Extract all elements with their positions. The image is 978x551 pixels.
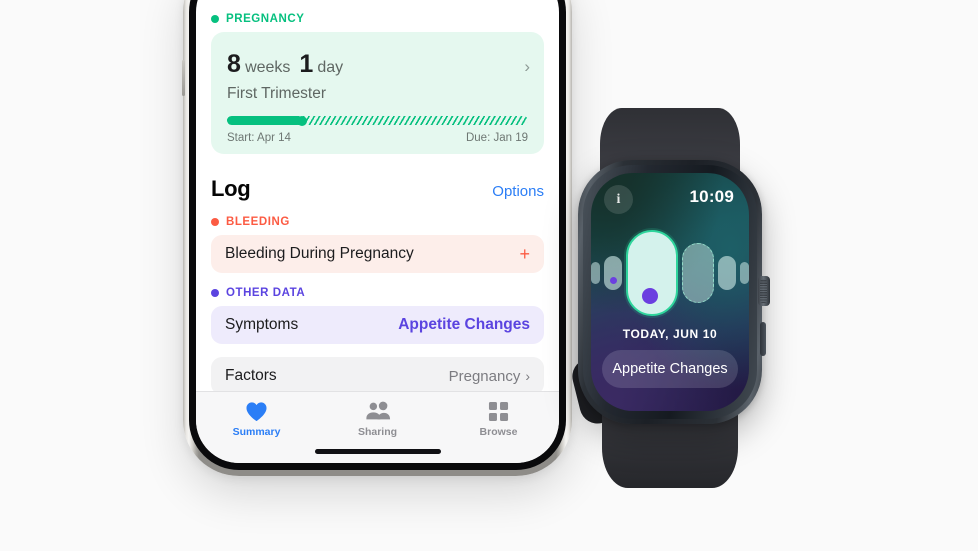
trimester-text: First Trimester bbox=[227, 85, 327, 102]
factors-row-title: Factors bbox=[225, 367, 277, 384]
cycle-pill[interactable] bbox=[718, 256, 736, 290]
pregnancy-progress-bar bbox=[227, 116, 528, 125]
watch-screen: i 10:09 TODAY, JUN 10 Appetite Changes bbox=[591, 173, 749, 411]
cycle-pill[interactable] bbox=[604, 256, 622, 290]
people-icon bbox=[365, 401, 391, 422]
symptoms-row-value: Appetite Changes bbox=[398, 316, 530, 333]
progress-fill bbox=[227, 116, 303, 125]
days-value: 1 bbox=[299, 50, 313, 78]
cycle-pill-today[interactable] bbox=[626, 230, 678, 316]
other-data-label-text: OTHER DATA bbox=[226, 287, 306, 299]
due-date-label: Due: Jan 19 bbox=[465, 132, 528, 144]
chevron-right-icon: › bbox=[524, 57, 530, 76]
tab-summary-label: Summary bbox=[232, 426, 281, 438]
plus-icon[interactable]: + bbox=[519, 245, 530, 263]
tab-summary[interactable]: Summary bbox=[196, 401, 317, 438]
row-factors[interactable]: Factors Pregnancy › bbox=[211, 357, 544, 395]
symptom-dot-icon bbox=[642, 288, 658, 304]
section-label-bleeding: BLEEDING bbox=[211, 216, 544, 228]
factors-row-value: Pregnancy bbox=[448, 367, 521, 385]
cycle-pill-predicted[interactable] bbox=[682, 243, 714, 303]
symptoms-row-title: Symptoms bbox=[225, 316, 299, 333]
cycle-pill[interactable] bbox=[591, 262, 600, 284]
watch-today-label: TODAY, JUN 10 bbox=[622, 327, 718, 341]
pregnancy-label-text: PREGNANCY bbox=[226, 13, 305, 25]
row-symptoms[interactable]: Symptoms Appetite Changes bbox=[211, 306, 544, 344]
info-button[interactable]: i bbox=[604, 185, 633, 214]
phone-screen: PREGNANCY › 8 weeks 1 day First Trimeste… bbox=[196, 0, 559, 463]
log-header: Log Options bbox=[211, 176, 544, 202]
other-data-dot-icon bbox=[211, 289, 219, 297]
cycle-pill[interactable] bbox=[740, 262, 749, 284]
tab-browse[interactable]: Browse bbox=[438, 401, 559, 438]
weeks-unit: weeks bbox=[245, 59, 291, 76]
info-icon: i bbox=[616, 191, 621, 207]
home-indicator[interactable] bbox=[314, 449, 441, 454]
health-app-content: PREGNANCY › 8 weeks 1 day First Trimeste… bbox=[196, 0, 559, 395]
pregnancy-card[interactable]: › 8 weeks 1 day First Trimester Start: A… bbox=[211, 32, 544, 154]
volume-button[interactable] bbox=[182, 60, 185, 96]
apple-watch-device: i 10:09 TODAY, JUN 10 Appetite Changes bbox=[556, 108, 784, 488]
side-button[interactable] bbox=[760, 322, 766, 356]
pregnancy-dot-icon bbox=[211, 15, 219, 23]
grid-icon bbox=[488, 401, 509, 422]
chevron-right-icon: › bbox=[525, 368, 530, 384]
section-label-other-data: OTHER DATA bbox=[211, 287, 544, 299]
scene-root: PREGNANCY › 8 weeks 1 day First Trimeste… bbox=[0, 0, 978, 551]
weeks-value: 8 bbox=[227, 50, 241, 78]
iphone-device: PREGNANCY › 8 weeks 1 day First Trimeste… bbox=[182, 0, 572, 476]
log-options-button[interactable]: Options bbox=[492, 183, 544, 200]
tab-browse-label: Browse bbox=[479, 426, 518, 438]
watch-case: i 10:09 TODAY, JUN 10 Appetite Changes bbox=[578, 160, 770, 424]
tab-sharing[interactable]: Sharing bbox=[317, 401, 438, 438]
bleeding-row-title: Bleeding During Pregnancy bbox=[225, 245, 414, 262]
pregnancy-date-range: Start: Apr 14 Due: Jan 19 bbox=[227, 132, 528, 144]
heart-icon bbox=[245, 401, 268, 422]
bleeding-label-text: BLEEDING bbox=[226, 216, 290, 228]
cycle-timeline bbox=[591, 225, 749, 321]
symptom-dot-icon bbox=[609, 277, 617, 284]
tab-sharing-label: Sharing bbox=[357, 426, 398, 438]
watch-symptom-button[interactable]: Appetite Changes bbox=[602, 350, 738, 388]
progress-knob bbox=[297, 115, 308, 126]
section-label-pregnancy: PREGNANCY bbox=[211, 13, 544, 25]
watch-symptom-button-label: Appetite Changes bbox=[612, 361, 728, 377]
pregnancy-duration: 8 weeks 1 day bbox=[227, 52, 528, 77]
bleeding-dot-icon bbox=[211, 218, 219, 226]
start-date-label: Start: Apr 14 bbox=[227, 132, 291, 144]
digital-crown[interactable] bbox=[758, 276, 770, 306]
days-unit: day bbox=[317, 59, 344, 76]
watch-time: 10:09 bbox=[689, 187, 734, 206]
factors-row-value-wrap: Pregnancy › bbox=[449, 368, 530, 385]
log-title: Log bbox=[211, 176, 251, 201]
row-bleeding-during-pregnancy[interactable]: Bleeding During Pregnancy + bbox=[211, 235, 544, 273]
